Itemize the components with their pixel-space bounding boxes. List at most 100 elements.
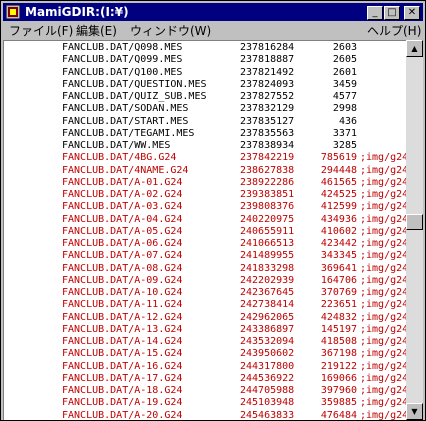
file-type: ;img/g24	[360, 274, 406, 286]
file-size: 2605	[332, 54, 357, 66]
file-size: 424525	[320, 189, 357, 200]
file-size-cell: 418508	[297, 336, 357, 347]
file-name: FANCLUB.DAT/TEGAMI.MES	[62, 127, 195, 139]
file-type: ;img/g24	[360, 250, 406, 262]
file-size-cell: 424525	[297, 189, 357, 200]
file-type: ;img/g24	[360, 409, 406, 421]
file-size: 4577	[332, 91, 357, 102]
file-name: FANCLUB.DAT/START.MES	[62, 115, 189, 127]
file-size-cell: 436	[297, 116, 357, 127]
file-type: ;img/g24	[360, 311, 406, 323]
file-size: 370769	[320, 287, 357, 298]
file-offset: 239383851	[240, 189, 295, 200]
file-type: ;img/g24	[360, 299, 406, 311]
file-size-cell: 410602	[297, 226, 357, 237]
file-name: FANCLUB.DAT/A-18.G24	[62, 385, 183, 396]
file-size: 434936	[320, 213, 357, 225]
file-size: 785619	[320, 152, 357, 164]
file-name: FANCLUB.DAT/A-04.G24	[62, 213, 183, 225]
file-name: FANCLUB.DAT/A-15.G24	[62, 348, 183, 360]
file-offset: 243950602	[240, 348, 295, 360]
file-name: FANCLUB.DAT/A-17.G24	[62, 372, 183, 384]
scroll-thumb[interactable]	[406, 214, 423, 230]
file-size-cell: 3285	[297, 140, 357, 151]
file-type: ;img/g24	[360, 164, 406, 176]
file-size: 367198	[320, 348, 357, 360]
file-size-cell: 164706	[297, 275, 357, 286]
file-name: FANCLUB.DAT/SODAN.MES	[62, 103, 189, 115]
window-title: MamiGDIR:(I:¥)	[25, 5, 129, 19]
app-icon	[6, 5, 20, 19]
file-type: ;img/g24	[360, 385, 406, 396]
file-size: 2601	[332, 66, 357, 78]
file-size-cell: 2998	[297, 103, 357, 114]
scroll-up-arrow-icon[interactable]: ▲	[406, 40, 423, 57]
file-size: 359885	[320, 397, 357, 409]
file-offset: 245463833	[240, 409, 295, 421]
file-size: 461565	[320, 176, 357, 188]
close-button[interactable]: ✕	[404, 6, 420, 20]
file-size: 412599	[320, 201, 357, 213]
file-name: FANCLUB.DAT/Q100.MES	[62, 66, 183, 78]
file-type: ;img/g24	[360, 176, 406, 188]
file-size: 410602	[320, 225, 357, 237]
file-type: ;img/g24	[360, 225, 406, 237]
file-name: FANCLUB.DAT/A-11.G24	[62, 299, 183, 311]
file-size-cell: 219122	[297, 361, 357, 372]
file-name: FANCLUB.DAT/A-08.G24	[62, 262, 183, 274]
menu-window[interactable]: ウィンドウ(W)	[130, 24, 211, 38]
file-size-cell: 3371	[297, 128, 357, 139]
file-name: FANCLUB.DAT/A-07.G24	[62, 250, 183, 262]
file-listing[interactable]: FANCLUB.DAT/Q098.MES 237816284 2603 FANCLUB…	[3, 40, 406, 420]
file-offset: 241489955	[240, 250, 295, 262]
file-size-cell: 412599	[297, 201, 357, 212]
file-size: 397960	[320, 385, 357, 396]
file-size-cell: 785619	[297, 152, 357, 163]
file-size-cell: 2603	[297, 42, 357, 53]
file-name: FANCLUB.DAT/A-13.G24	[62, 323, 183, 335]
maximize-button[interactable]: □	[384, 6, 400, 20]
file-size: 219122	[320, 360, 357, 372]
file-size: 423442	[320, 238, 357, 249]
menu-edit[interactable]: 編集(E)	[76, 24, 117, 38]
file-size-cell: 294448	[297, 165, 357, 176]
file-size-cell: 343345	[297, 250, 357, 261]
file-offset: 237818887	[240, 54, 295, 66]
vertical-scrollbar[interactable]: ▲ ▼	[406, 40, 423, 420]
file-offset: 242738414	[240, 299, 295, 311]
file-name: FANCLUB.DAT/A-12.G24	[62, 311, 183, 323]
menu-bar: ファイル(F) 編集(E) ウィンドウ(W) ヘルプ(H)	[3, 22, 423, 40]
file-size-cell: 397960	[297, 385, 357, 396]
file-size: 294448	[320, 164, 357, 176]
file-type: ;img/g24	[360, 152, 406, 164]
file-name: FANCLUB.DAT/A-20.G24	[62, 409, 183, 421]
menu-file[interactable]: ファイル(F)	[9, 24, 73, 38]
file-offset: 237824093	[240, 78, 295, 90]
file-name: FANCLUB.DAT/Q099.MES	[62, 54, 183, 66]
file-size: 436	[338, 115, 357, 127]
minimize-button[interactable]: _	[367, 6, 383, 20]
file-size-cell: 145197	[297, 324, 357, 335]
file-type: ;img/g24	[360, 336, 406, 347]
file-name: FANCLUB.DAT/A-19.G24	[62, 397, 183, 409]
file-type: ;img/g24	[360, 189, 406, 200]
file-offset: 237832129	[240, 103, 295, 115]
file-offset: 244536922	[240, 372, 295, 384]
file-size-cell: 424832	[297, 312, 357, 323]
main-window: MamiGDIR:(I:¥) _ □ ✕ ファイル(F) 編集(E) ウィンドウ…	[0, 0, 426, 421]
title-bar[interactable]: MamiGDIR:(I:¥) _ □ ✕	[3, 3, 423, 21]
file-size: 424832	[320, 311, 357, 323]
file-type: ;img/g24	[360, 348, 406, 360]
scroll-down-arrow-icon[interactable]: ▼	[406, 403, 423, 420]
file-size-cell: 367198	[297, 348, 357, 359]
file-size-cell: 370769	[297, 287, 357, 298]
file-size-cell: 2605	[297, 54, 357, 65]
file-type: ;img/g24	[360, 201, 406, 213]
file-offset: 244317800	[240, 360, 295, 372]
file-name: FANCLUB.DAT/A-03.G24	[62, 201, 183, 213]
file-offset: 245103948	[240, 397, 295, 409]
file-offset: 242367645	[240, 287, 295, 298]
file-offset: 239808376	[240, 201, 295, 213]
file-size: 145197	[320, 323, 357, 335]
menu-help[interactable]: ヘルプ(H)	[367, 24, 421, 38]
